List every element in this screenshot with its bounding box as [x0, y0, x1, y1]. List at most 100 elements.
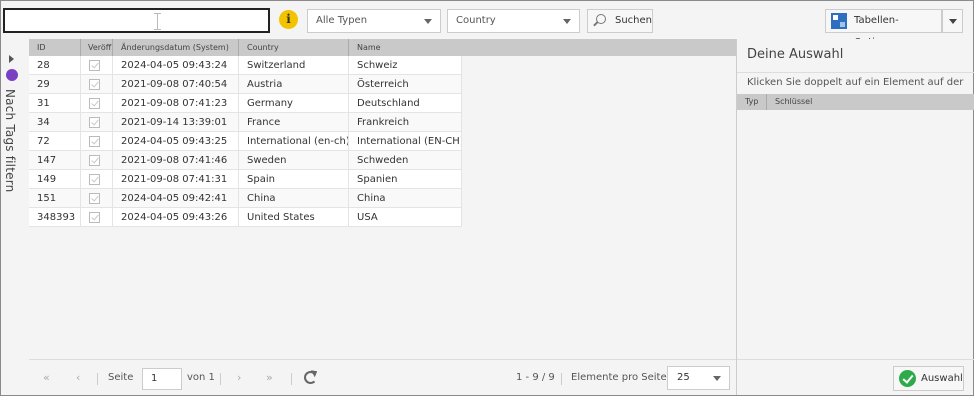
- table-row[interactable]: 149 2021-09-08 07:41:31 Spain Spanien: [29, 170, 462, 189]
- published-checkbox: [89, 174, 100, 185]
- per-page-value: 25: [677, 372, 690, 383]
- cell-published: [81, 75, 113, 94]
- cell-id: 348393: [29, 208, 81, 227]
- cell-published: [81, 113, 113, 132]
- column-header-key[interactable]: Schlüssel: [767, 94, 974, 110]
- cell-country: Switzerland: [239, 56, 349, 75]
- cell-id: 149: [29, 170, 81, 189]
- first-page-button[interactable]: «: [43, 360, 50, 396]
- text-cursor-icon: [154, 13, 161, 30]
- published-checkbox: [89, 212, 100, 223]
- chevron-down-icon: [563, 19, 571, 24]
- table-row[interactable]: 147 2021-09-08 07:41:46 Sweden Schweden: [29, 151, 462, 170]
- last-page-button[interactable]: »: [266, 360, 273, 396]
- page-of-label: von 1: [187, 372, 215, 383]
- checkmark-icon: [899, 370, 916, 387]
- chevron-down-icon: [713, 376, 721, 381]
- next-page-button[interactable]: ›: [237, 360, 241, 396]
- cell-country: Spain: [239, 170, 349, 189]
- chevron-down-icon: [949, 19, 957, 24]
- cell-id: 28: [29, 56, 81, 75]
- tag-filter-panel[interactable]: Nach Tags filtern: [1, 39, 25, 395]
- cell-date: 2024-04-05 09:43:25: [113, 132, 239, 151]
- table-row[interactable]: 29 2021-09-08 07:40:54 Austria Österreich: [29, 75, 462, 94]
- refresh-icon[interactable]: [304, 371, 317, 384]
- table-row[interactable]: 151 2024-04-05 09:42:41 China China: [29, 189, 462, 208]
- cell-date: 2021-09-08 07:41:31: [113, 170, 239, 189]
- divider: [220, 373, 221, 385]
- column-header-name[interactable]: Name: [349, 39, 736, 56]
- grid-header: ID Veröff Änderungsdatum (System) Countr…: [29, 39, 736, 56]
- table-row[interactable]: 28 2024-04-05 09:43:24 Switzerland Schweiz: [29, 56, 462, 75]
- published-checkbox: [89, 193, 100, 204]
- published-checkbox: [89, 79, 100, 90]
- cell-country: Sweden: [239, 151, 349, 170]
- selection-title: Deine Auswahl: [747, 47, 844, 62]
- cell-date: 2024-04-05 09:43:24: [113, 56, 239, 75]
- tag-filter-label[interactable]: Nach Tags filtern: [3, 89, 17, 192]
- search-button-label: Suchen: [615, 15, 653, 26]
- published-checkbox: [89, 98, 100, 109]
- cell-name: Schweden: [349, 151, 462, 170]
- expand-arrow-icon[interactable]: [9, 55, 14, 63]
- column-header-id[interactable]: ID: [29, 39, 81, 56]
- cell-id: 72: [29, 132, 81, 151]
- country-filter-select[interactable]: Country: [447, 9, 580, 33]
- table-options-dropdown[interactable]: [942, 9, 963, 33]
- results-grid: ID Veröff Änderungsdatum (System) Countr…: [29, 39, 736, 359]
- cell-date: 2024-04-05 09:43:26: [113, 208, 239, 227]
- prev-page-button[interactable]: ‹: [76, 360, 80, 396]
- search-button[interactable]: Suchen: [587, 9, 653, 33]
- page-label: Seite: [108, 372, 134, 383]
- select-button[interactable]: Auswahl: [893, 366, 964, 391]
- cell-country: Austria: [239, 75, 349, 94]
- cell-published: [81, 56, 113, 75]
- table-row[interactable]: 348393 2024-04-05 09:43:26 United States US…: [29, 208, 462, 227]
- published-checkbox: [89, 136, 100, 147]
- cell-name: Österreich: [349, 75, 462, 94]
- table-row[interactable]: 34 2021-09-14 13:39:01 France Frankreich: [29, 113, 462, 132]
- cell-date: 2021-09-14 13:39:01: [113, 113, 239, 132]
- cell-country: France: [239, 113, 349, 132]
- selection-grid-header: Typ Schlüssel: [737, 94, 974, 110]
- cell-published: [81, 208, 113, 227]
- selection-panel: Deine Auswahl Klicken Sie doppelt auf ei…: [736, 39, 974, 395]
- table-row[interactable]: 72 2024-04-05 09:43:25 International (en-c…: [29, 132, 462, 151]
- cell-date: 2024-04-05 09:42:41: [113, 189, 239, 208]
- search-input[interactable]: [3, 8, 270, 33]
- column-header-published[interactable]: Veröff: [81, 39, 113, 56]
- column-header-date[interactable]: Änderungsdatum (System): [113, 39, 239, 56]
- table-row[interactable]: 31 2021-09-08 07:41:23 Germany Deutschland: [29, 94, 462, 113]
- cell-id: 31: [29, 94, 81, 113]
- select-button-label: Auswahl: [921, 373, 963, 384]
- search-icon: [596, 14, 606, 24]
- cell-date: 2021-09-08 07:41:46: [113, 151, 239, 170]
- selection-footer: Auswahl: [737, 359, 974, 395]
- published-checkbox: [89, 60, 100, 71]
- column-header-country[interactable]: Country: [239, 39, 349, 56]
- cell-id: 29: [29, 75, 81, 94]
- published-checkbox: [89, 117, 100, 128]
- dialog-frame: i Alle Typen Country Suchen Tabellen-Opt…: [0, 0, 974, 396]
- cell-id: 147: [29, 151, 81, 170]
- cell-id: 34: [29, 113, 81, 132]
- per-page-select[interactable]: 25: [667, 366, 730, 390]
- cell-name: USA: [349, 208, 462, 227]
- type-filter-value: Alle Typen: [316, 15, 368, 26]
- grid-body: 28 2024-04-05 09:43:24 Switzerland Schweiz 2…: [29, 56, 462, 227]
- cell-country: International (en-ch): [239, 132, 349, 151]
- type-filter-select[interactable]: Alle Typen: [307, 9, 441, 33]
- table-options-button[interactable]: Tabellen-Optionen: [825, 9, 942, 48]
- column-header-type[interactable]: Typ: [737, 94, 767, 110]
- cell-country: United States: [239, 208, 349, 227]
- cell-published: [81, 151, 113, 170]
- info-icon[interactable]: i: [279, 10, 298, 29]
- cell-published: [81, 170, 113, 189]
- cell-country: Germany: [239, 94, 349, 113]
- cell-name: Deutschland: [349, 94, 462, 113]
- cell-id: 151: [29, 189, 81, 208]
- divider: [97, 373, 98, 385]
- page-number-input[interactable]: 1: [142, 368, 182, 390]
- per-page-label: Elemente pro Seite: [571, 372, 667, 383]
- cell-date: 2021-09-08 07:41:23: [113, 94, 239, 113]
